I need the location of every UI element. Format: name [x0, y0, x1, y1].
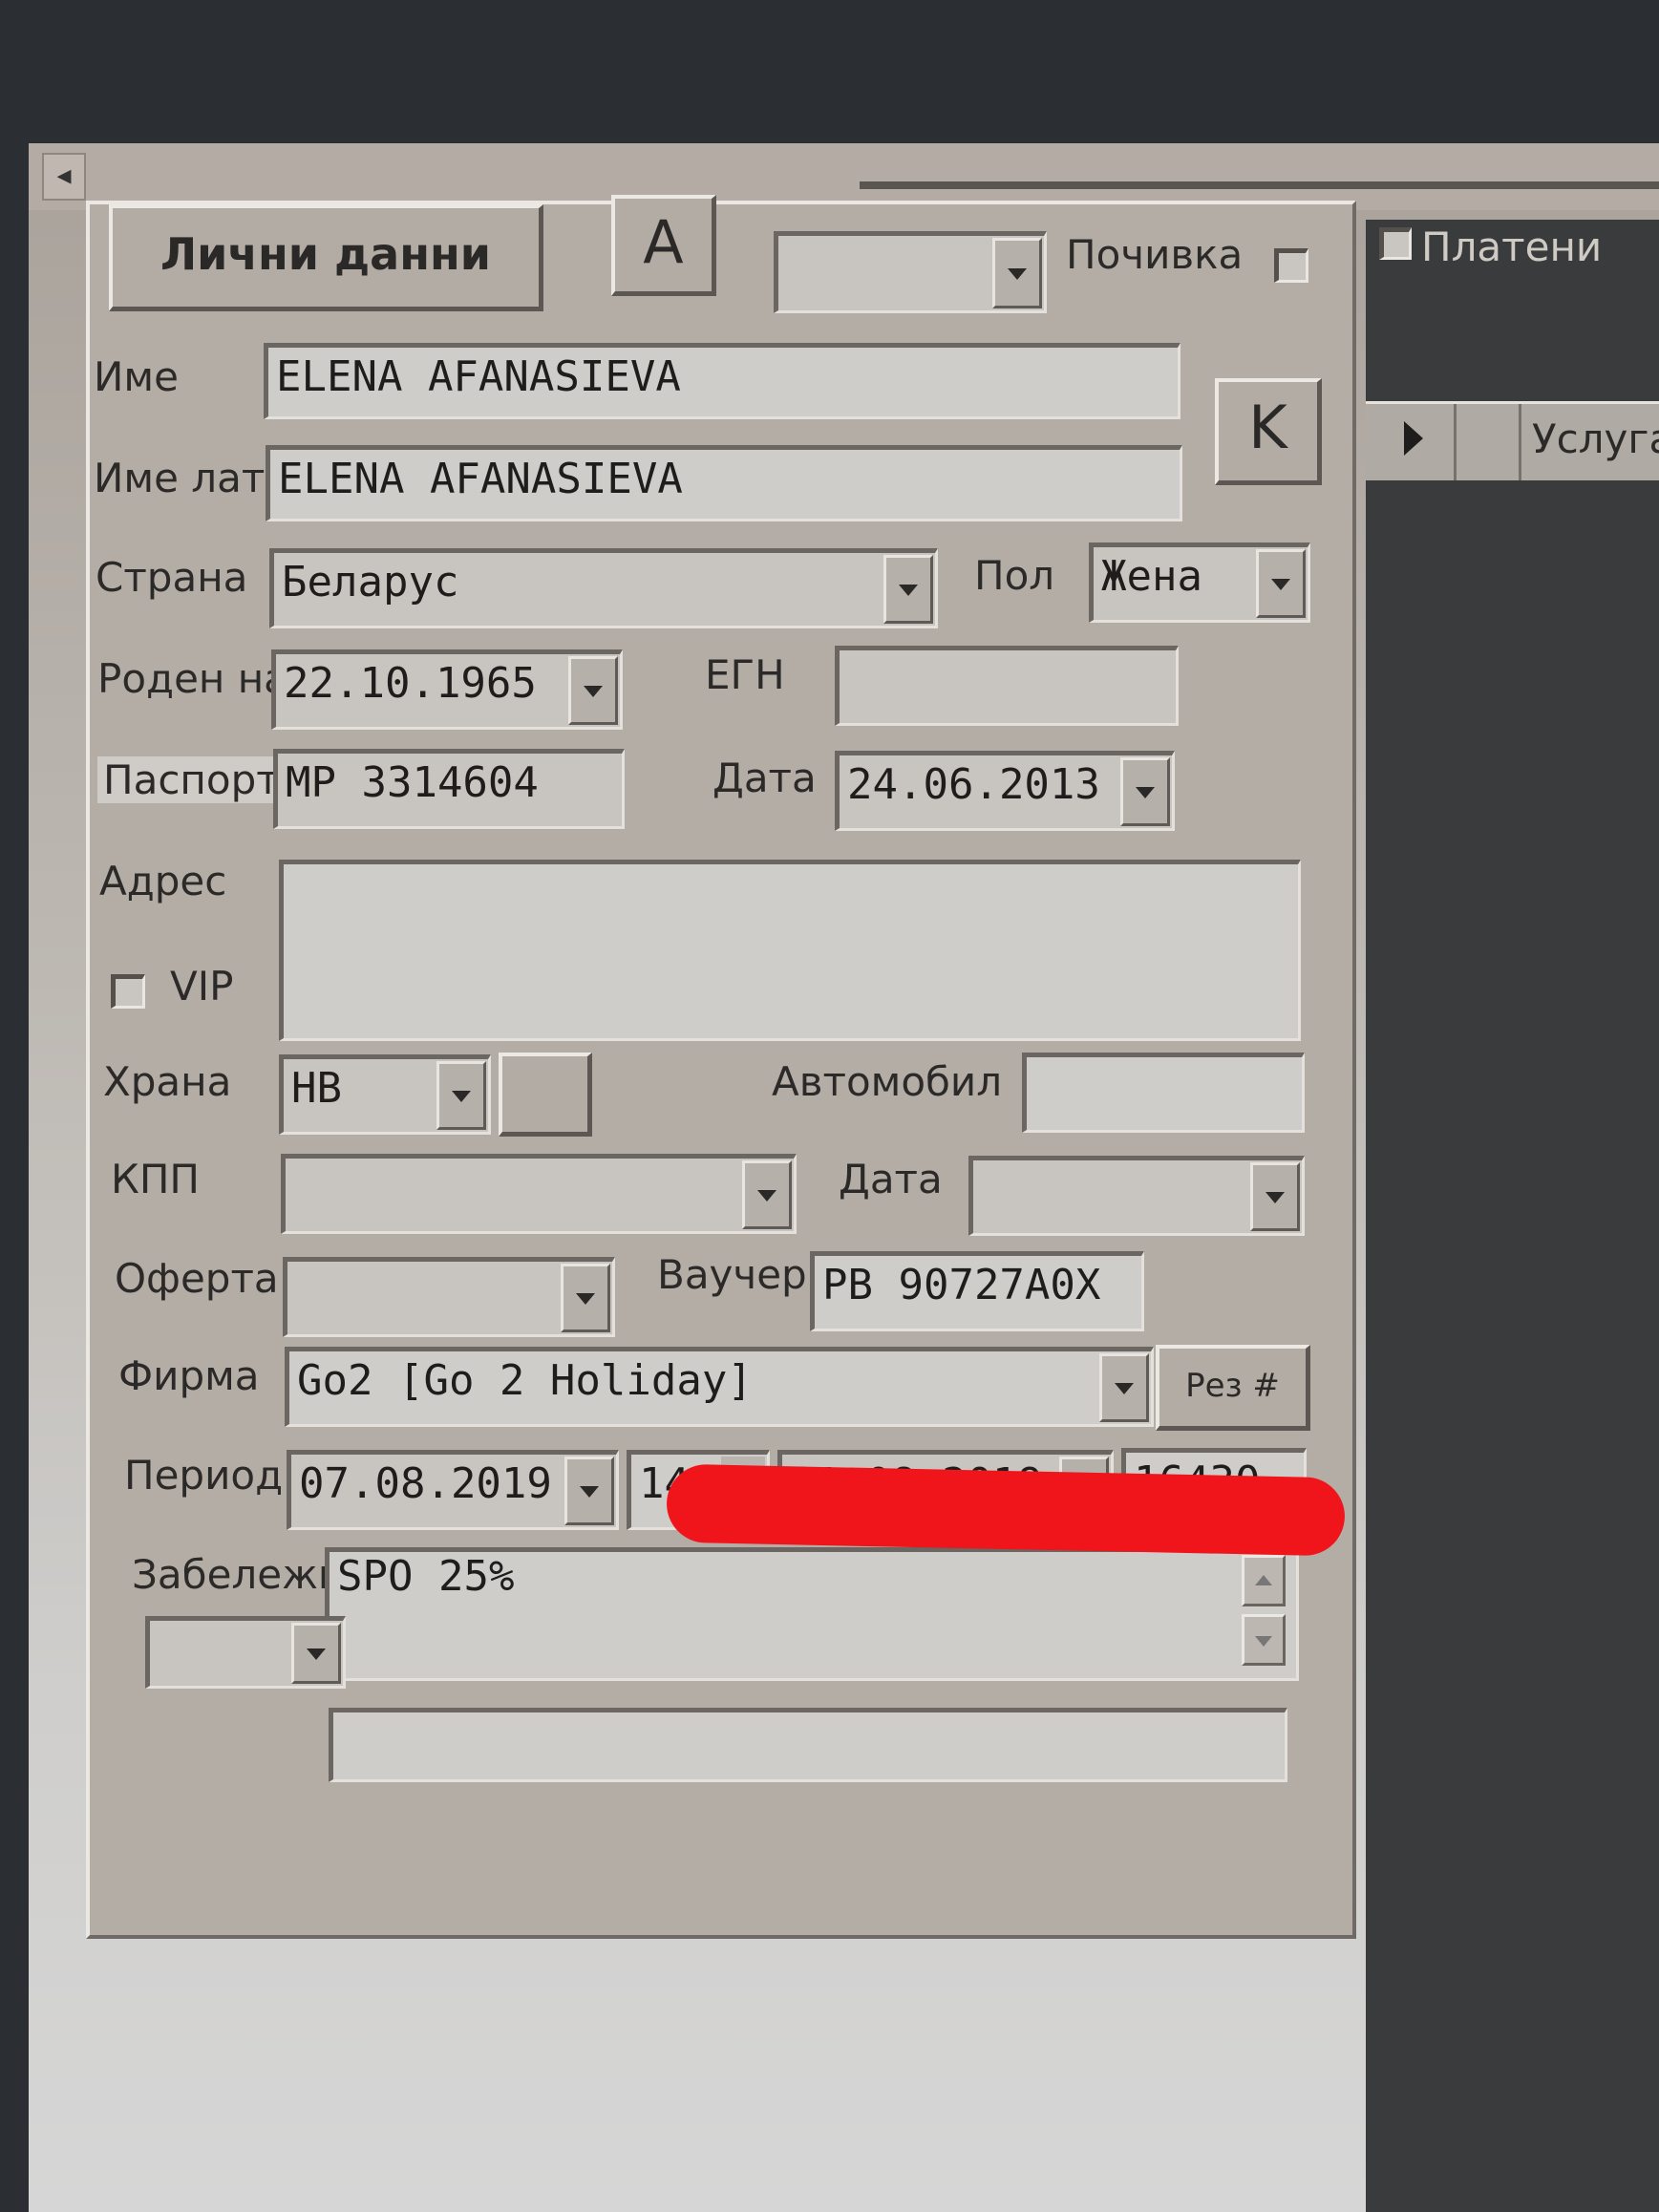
kpp-label: КПП — [111, 1156, 200, 1202]
voucher-input[interactable]: PB 90727A0X — [810, 1251, 1144, 1331]
scroll-down-icon[interactable] — [1242, 1614, 1286, 1666]
note-textarea[interactable]: SPO 25% — [325, 1547, 1299, 1681]
toolbar-divider — [860, 181, 1659, 189]
country-value: Беларус — [282, 558, 459, 606]
rest-label: Почивка — [1066, 231, 1244, 278]
bottom-input[interactable] — [329, 1708, 1287, 1782]
right-pane: Платени Услуга — [1366, 220, 1659, 2212]
column-divider — [1454, 404, 1457, 480]
address-textarea[interactable] — [279, 860, 1301, 1041]
gender-select[interactable]: Жена — [1089, 542, 1310, 623]
period-label: Период — [124, 1452, 284, 1499]
car-input[interactable] — [1022, 1053, 1305, 1133]
board-value: HB — [291, 1064, 342, 1113]
egn-label: ЕГН — [705, 651, 785, 698]
services-column-header[interactable]: Услуга — [1532, 415, 1659, 462]
name-label: Име — [94, 353, 179, 400]
board-select[interactable]: HB — [279, 1054, 491, 1135]
car-label: Автомобил — [772, 1058, 1003, 1105]
offer-select[interactable] — [283, 1257, 615, 1337]
period-from-value: 07.08.2019 — [299, 1459, 552, 1508]
passport-date-label: Дата — [713, 755, 817, 801]
gender-label: Пол — [974, 552, 1055, 599]
chevron-down-icon[interactable] — [1250, 1162, 1300, 1231]
egn-input[interactable] — [835, 646, 1179, 726]
birth-date-value: 22.10.1965 — [284, 659, 537, 708]
application-window: ◂ Платени Услуга Лични данни A Почивка И… — [29, 143, 1659, 2212]
offer-label: Оферта — [115, 1255, 279, 1302]
chevron-down-icon[interactable] — [436, 1061, 486, 1130]
company-value: Go2 [Go 2 Holiday] — [297, 1356, 753, 1405]
board-extra-button[interactable] — [499, 1053, 592, 1137]
chevron-down-icon[interactable] — [1120, 757, 1170, 826]
a-button[interactable]: A — [611, 195, 716, 296]
kpp-date-picker[interactable] — [968, 1156, 1305, 1236]
country-label: Страна — [96, 554, 248, 601]
name-lat-label: Име лат — [94, 455, 266, 501]
paid-checkbox[interactable] — [1379, 227, 1412, 260]
paid-label: Платени — [1421, 223, 1603, 270]
header-dropdown[interactable] — [774, 231, 1047, 313]
services-header: Услуга — [1366, 401, 1659, 480]
scroll-left-icon[interactable]: ◂ — [42, 153, 86, 201]
chevron-down-icon[interactable] — [1099, 1353, 1149, 1422]
company-label: Фирма — [118, 1352, 260, 1399]
passport-label: Паспорт — [97, 756, 286, 803]
chevron-down-icon[interactable] — [568, 656, 618, 725]
chevron-down-icon[interactable] — [1256, 549, 1306, 618]
redaction-mark — [666, 1463, 1346, 1557]
board-label: Храна — [103, 1058, 232, 1105]
chevron-down-icon[interactable] — [992, 238, 1042, 308]
name-input[interactable]: ELENA AFANASIEVA — [264, 343, 1180, 419]
birth-date-picker[interactable]: 22.10.1965 — [271, 649, 623, 730]
chevron-down-icon[interactable] — [564, 1457, 614, 1525]
birth-date-label: Роден на — [97, 655, 288, 702]
chevron-down-icon[interactable] — [561, 1264, 610, 1332]
voucher-label: Ваучер — [657, 1251, 807, 1298]
play-arrow-icon[interactable] — [1404, 421, 1423, 456]
name-lat-input[interactable]: ELENA AFANASIEVA — [266, 445, 1182, 521]
k-button[interactable]: K — [1215, 378, 1322, 485]
passport-input[interactable]: MP 3314604 — [273, 749, 625, 829]
kpp-date-label: Дата — [839, 1156, 943, 1202]
note-type-select[interactable] — [145, 1616, 346, 1689]
guest-details-panel: Лични данни A Почивка Име ELENA AFANASIE… — [86, 195, 1356, 1939]
kpp-select[interactable] — [281, 1154, 797, 1234]
chevron-down-icon[interactable] — [883, 555, 933, 624]
country-select[interactable]: Беларус — [269, 548, 938, 628]
chevron-down-icon[interactable] — [742, 1160, 792, 1229]
column-divider — [1519, 404, 1521, 480]
company-select[interactable]: Go2 [Go 2 Holiday] — [285, 1347, 1154, 1427]
rest-checkbox[interactable] — [1274, 248, 1308, 283]
gender-value: Жена — [1101, 552, 1202, 601]
period-from-picker[interactable]: 07.08.2019 — [287, 1450, 619, 1530]
vip-checkbox[interactable] — [111, 974, 145, 1009]
scroll-up-icon[interactable] — [1242, 1555, 1286, 1606]
vip-label: VIP — [170, 963, 234, 1010]
passport-date-picker[interactable]: 24.06.2013 — [835, 751, 1175, 831]
passport-date-value: 24.06.2013 — [847, 760, 1100, 809]
address-label: Адрес — [99, 858, 227, 904]
personal-data-button[interactable]: Лични данни — [109, 204, 543, 311]
reservation-number-button[interactable]: Рез # — [1156, 1345, 1310, 1431]
chevron-down-icon[interactable] — [291, 1623, 341, 1684]
